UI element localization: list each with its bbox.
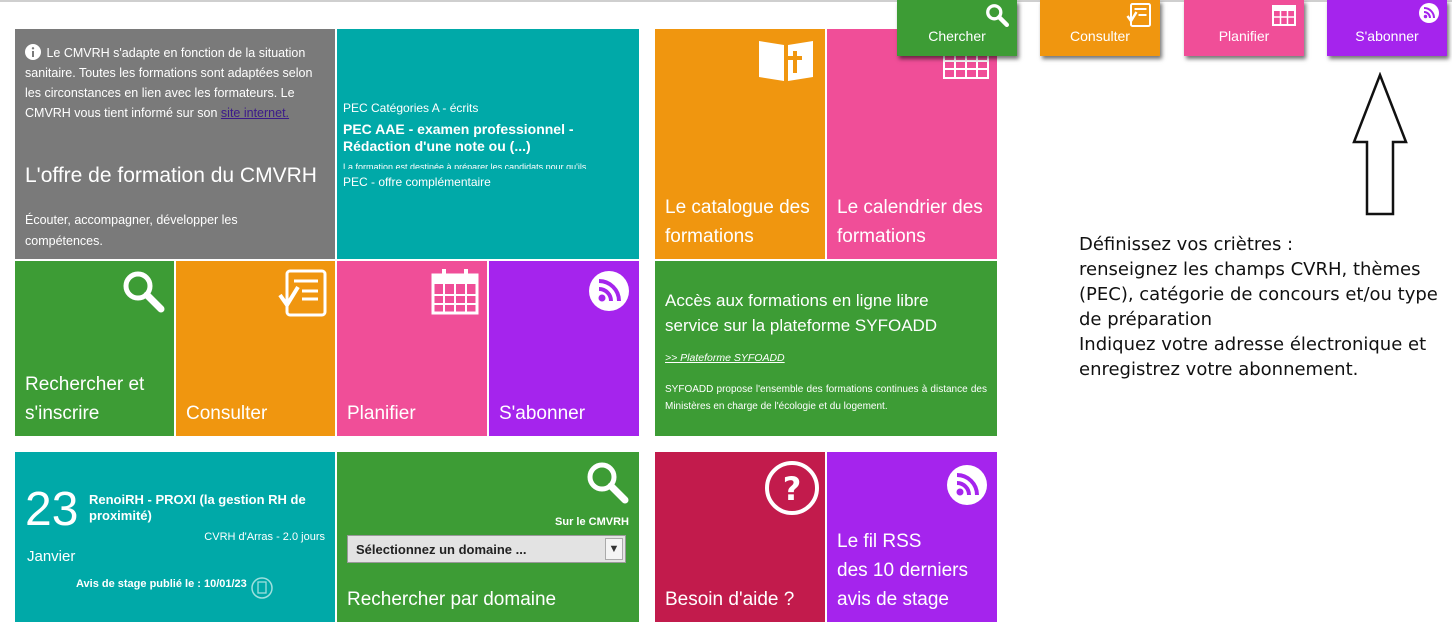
rss-line-2: des 10 derniers (837, 560, 968, 581)
rss-line-1: Le fil RSS (837, 531, 922, 552)
pec-headline[interactable]: PEC AAE - examen professionnel - Rédacti… (343, 121, 635, 155)
domain-label: Rechercher par domaine (347, 589, 557, 610)
info-icon (25, 44, 41, 60)
offer-tagline: Écouter, accompagner, développer les com… (25, 213, 238, 248)
rss-tile[interactable]: Le fil RSS des 10 derniers avis de stage (827, 452, 997, 622)
instructions-line-1: Définissez vos criètres : (1079, 234, 1294, 255)
shortcut-subscribe-button[interactable]: S'abonner (1327, 0, 1447, 56)
instructions: Définissez vos criètres : renseignez les… (1079, 232, 1439, 382)
rss-icon (947, 465, 987, 505)
shortcut-plan-label: Planifier (1218, 28, 1270, 44)
shortcut-consult-button[interactable]: Consulter (1040, 0, 1160, 56)
pec-excerpt: La formation est destinée à préparer les… (343, 163, 587, 169)
book-icon (759, 41, 813, 81)
syfoadd-description: SYFOADD propose l'ensemble des formation… (665, 384, 987, 412)
help-tile[interactable]: ? Besoin d'aide ? (655, 452, 825, 622)
calendar-grid-icon (943, 53, 989, 79)
plan-tile[interactable]: Planifier (337, 261, 487, 436)
event-tile[interactable]: 23 RenoiRH - PROXI (la gestion RH de pro… (15, 452, 335, 622)
calendar-icon (1272, 5, 1296, 26)
calendar-tile[interactable]: Le calendrier des formations (827, 29, 997, 259)
consult-label: Consulter (186, 403, 268, 424)
calendar-label: Le calendrier des formations (837, 197, 983, 247)
event-published: Avis de stage publié le : 10/01/23 (76, 578, 247, 590)
event-meta: CVRH d'Arras - 2.0 jours (204, 531, 325, 543)
search-label: Rechercher et s'inscrire (25, 374, 145, 424)
domain-scope: Sur le CMVRH (555, 516, 629, 528)
search-icon (587, 462, 629, 504)
document-icon (278, 269, 327, 317)
chevron-down-icon: ▼ (605, 538, 623, 560)
search-icon (986, 4, 1009, 27)
question-icon: ? (765, 461, 819, 515)
pec-footer: PEC - offre complémentaire (343, 175, 491, 189)
consult-tile[interactable]: Consulter (176, 261, 335, 436)
instructions-line-2: renseignez les champs CVRH, thèmes (PEC)… (1079, 259, 1438, 330)
plan-label: Planifier (347, 403, 416, 424)
rss-icon (1419, 3, 1439, 23)
syfoadd-link[interactable]: >> Plateforme SYFOADD (665, 352, 785, 364)
catalogue-label: Le catalogue des formations (665, 197, 810, 247)
search-tile[interactable]: Rechercher et s'inscrire (15, 261, 174, 436)
shortcut-search-label: Chercher (928, 28, 986, 44)
syfoadd-tile[interactable]: Accès aux formations en ligne libre serv… (655, 261, 997, 436)
shortcut-plan-button[interactable]: Planifier (1184, 0, 1304, 56)
shortcut-search-button[interactable]: Chercher (897, 0, 1017, 56)
domain-select-value: Sélectionnez un domaine ... (356, 542, 527, 557)
shortcut-consult-label: Consulter (1070, 28, 1130, 44)
pdf-icon[interactable] (251, 577, 273, 599)
help-label: Besoin d'aide ? (665, 589, 795, 610)
catalogue-tile[interactable]: Le catalogue des formations (655, 29, 825, 259)
info-tile[interactable]: Le CMVRH s'adapte en fonction de la situ… (15, 29, 335, 259)
shortcut-subscribe-label: S'abonner (1355, 28, 1419, 44)
event-month: Janvier (27, 548, 76, 565)
search-icon (123, 271, 165, 313)
subscribe-label: S'abonner (499, 403, 586, 424)
covid-notice: Le CMVRH s'adapte en fonction de la situ… (25, 43, 325, 123)
rss-line-3: avis de stage (837, 589, 949, 610)
site-link[interactable]: site internet. (221, 106, 289, 120)
document-icon (1126, 3, 1151, 27)
pec-category: PEC Catégories A - écrits (343, 101, 479, 115)
arrow-up-icon (1352, 72, 1408, 216)
syfoadd-title: Accès aux formations en ligne libre serv… (665, 291, 938, 335)
svg-text:?: ? (783, 470, 802, 508)
domain-select[interactable]: Sélectionnez un domaine ... ▼ (347, 535, 626, 563)
domain-tile[interactable]: Sur le CMVRH Sélectionnez un domaine ...… (337, 452, 639, 622)
offer-title: L'offre de formation du CMVRH (25, 164, 317, 187)
pec-tile[interactable]: PEC Catégories A - écrits PEC AAE - exam… (337, 29, 639, 259)
event-title[interactable]: RenoiRH - PROXI (la gestion RH de proxim… (89, 492, 329, 524)
rss-icon (589, 271, 629, 311)
instructions-line-3: Indiquez votre adresse électronique et e… (1079, 334, 1427, 380)
event-day: 23 (25, 483, 79, 536)
calendar-icon (431, 269, 479, 315)
subscribe-tile[interactable]: S'abonner (489, 261, 639, 436)
